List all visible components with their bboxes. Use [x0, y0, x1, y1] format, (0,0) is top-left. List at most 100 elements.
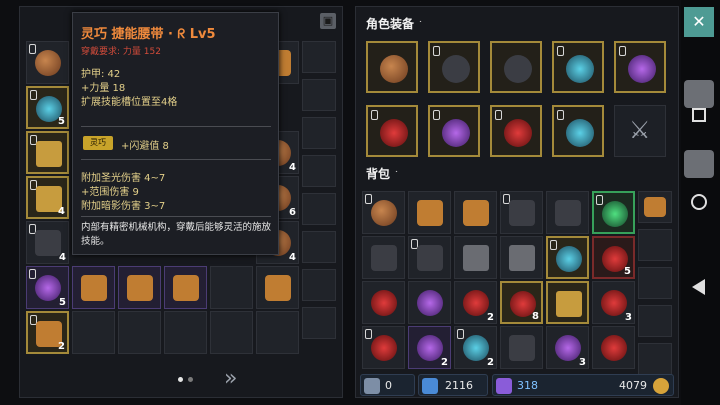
backpack-slot[interactable] [408, 236, 451, 279]
stash-slot[interactable] [164, 311, 207, 354]
quick-slot[interactable] [302, 41, 336, 73]
backpack-slot[interactable] [500, 191, 543, 234]
backpack-slot[interactable]: 3 [546, 326, 589, 369]
character-tab-icon[interactable] [684, 80, 714, 108]
helmet-icon [371, 245, 397, 271]
quick-slot[interactable] [302, 79, 336, 111]
equip-chest-slot[interactable] [490, 41, 542, 93]
equip-ring-slot[interactable] [552, 41, 604, 93]
backpack-slot[interactable] [454, 191, 497, 234]
quick-slot[interactable] [302, 269, 336, 301]
equip-gloves-slot[interactable] [428, 105, 480, 157]
item-stat: 护甲: 42 [81, 69, 121, 80]
stash-slot[interactable]: 4 [26, 176, 69, 219]
quick-slot[interactable] [302, 155, 336, 187]
equip-bow-slot[interactable] [614, 41, 666, 93]
stash-slot[interactable] [210, 266, 253, 309]
orb-icon [463, 335, 489, 361]
gem-value: 318 [517, 379, 538, 392]
backpack-slot[interactable] [500, 236, 543, 279]
damage-stat: +范围伤害 9 [81, 187, 139, 198]
equipment-title: 角色装备 ˙ [366, 17, 423, 31]
stash-slot[interactable] [118, 266, 161, 309]
backpack-slot[interactable] [362, 236, 405, 279]
item-count: 8 [532, 311, 539, 322]
stash-slot[interactable] [118, 311, 161, 354]
lock-icon [433, 46, 440, 56]
quick-slot[interactable] [638, 229, 672, 261]
inventory-tab-icon[interactable] [684, 150, 714, 178]
equip-helmet-slot[interactable] [366, 41, 418, 93]
equip-boots-slot[interactable] [490, 105, 542, 157]
item-tooltip: 灵巧 捷能腰带 · ᖇ Lv5 穿戴要求: 力量 152 护甲: 42 +力量 … [72, 12, 279, 255]
quick-slot[interactable] [638, 343, 672, 375]
equip-shoulder-slot[interactable] [428, 41, 480, 93]
backpack-slot[interactable] [408, 281, 451, 324]
page-dot[interactable] [188, 377, 193, 382]
lock-icon [433, 110, 440, 120]
home-icon[interactable] [691, 194, 707, 210]
equip-weapon-slot[interactable]: ⚔ [614, 105, 666, 157]
backpack-slot[interactable] [408, 191, 451, 234]
equip-amulet-slot[interactable] [366, 105, 418, 157]
armor-icon [509, 200, 535, 226]
stash-slot[interactable] [26, 131, 69, 174]
stash-slot[interactable] [256, 311, 299, 354]
page-dot-active[interactable] [178, 377, 183, 382]
quick-slot[interactable] [638, 267, 672, 299]
quick-slot[interactable] [302, 231, 336, 263]
item-count: 2 [487, 357, 494, 368]
backpack-slot[interactable] [362, 191, 405, 234]
backpack-slot[interactable]: 2 [454, 281, 497, 324]
backpack-slot[interactable] [592, 191, 635, 234]
stash-slot[interactable]: 2 [26, 311, 69, 354]
back-icon[interactable] [692, 279, 705, 295]
backpack-slot[interactable] [362, 326, 405, 369]
backpack-slot[interactable] [546, 191, 589, 234]
chest-icon [644, 197, 666, 217]
quick-slot[interactable] [638, 305, 672, 337]
item-count: 5 [58, 116, 65, 127]
stash-slot[interactable]: 5 [26, 266, 69, 309]
backpack-slot[interactable]: 2 [408, 326, 451, 369]
stash-slot[interactable] [256, 266, 299, 309]
stash-slot[interactable] [164, 266, 207, 309]
equip-ring2-slot[interactable] [552, 105, 604, 157]
gloves-icon [371, 335, 397, 361]
item-count: 2 [487, 312, 494, 323]
lock-icon [29, 269, 36, 279]
quick-slot[interactable] [302, 307, 336, 339]
close-icon[interactable]: ▣ [320, 13, 336, 29]
stash-slot[interactable] [72, 311, 115, 354]
ring-icon [602, 201, 628, 227]
close-icon[interactable]: ✕ [684, 7, 714, 37]
backpack-slot[interactable]: 3 [592, 281, 635, 324]
item-count: 3 [625, 312, 632, 323]
stash-slot[interactable]: 5 [26, 86, 69, 129]
bow-icon [417, 200, 443, 226]
backpack-slot[interactable] [500, 326, 543, 369]
backpack-slot[interactable] [362, 281, 405, 324]
stash-slot[interactable] [210, 311, 253, 354]
quick-slot[interactable] [302, 117, 336, 149]
backpack-slot[interactable]: 5 [592, 236, 635, 279]
backpack-slot[interactable] [454, 236, 497, 279]
quick-slot[interactable] [302, 193, 336, 225]
scroll-icon [36, 141, 62, 167]
quick-slot[interactable] [638, 191, 672, 223]
backpack-slot[interactable]: 2 [454, 326, 497, 369]
backpack-slot[interactable] [546, 236, 589, 279]
next-page-icon[interactable]: » [224, 366, 237, 391]
bag-icon [371, 200, 397, 226]
lock-icon [371, 110, 378, 120]
backpack-slot[interactable] [546, 281, 589, 324]
backpack-slot[interactable] [592, 326, 635, 369]
gloves-icon [417, 245, 443, 271]
stash-slot[interactable]: 4 [26, 221, 69, 264]
stash-slot[interactable] [26, 41, 69, 84]
stash-slot[interactable] [72, 266, 115, 309]
ring-icon [566, 55, 594, 83]
backpack-slot[interactable]: 8 [500, 281, 543, 324]
recent-apps-icon[interactable] [692, 108, 706, 122]
item-count: 3 [579, 357, 586, 368]
